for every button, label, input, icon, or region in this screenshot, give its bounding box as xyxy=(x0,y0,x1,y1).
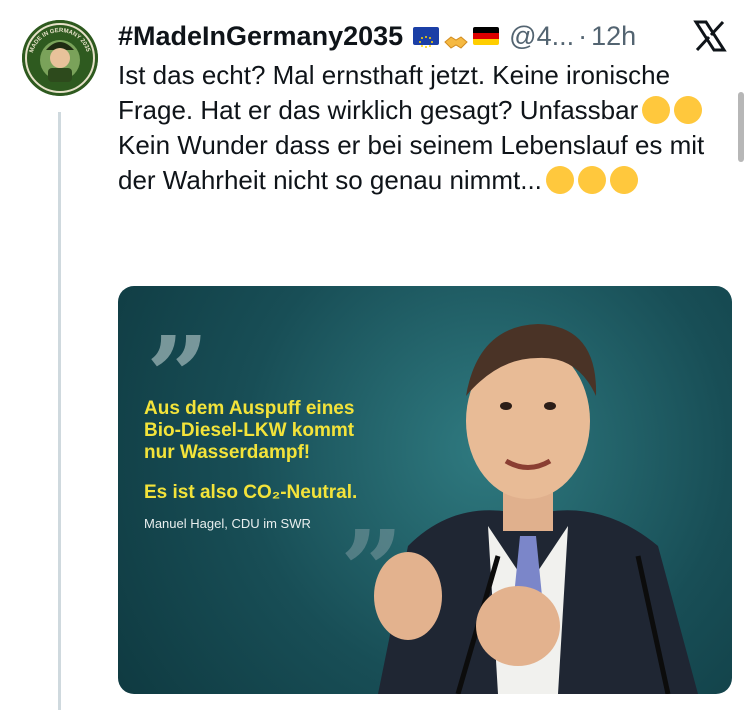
speaker-photo xyxy=(374,324,698,694)
x-logo-icon[interactable] xyxy=(690,16,730,56)
tweet-text: Ist das echt? Mal ernsthaft jetzt. Keine… xyxy=(118,58,738,200)
tweet-paragraph-2: Kein Wunder dass er bei seinem Lebenslau… xyxy=(118,128,738,200)
separator-dot: · xyxy=(578,20,588,51)
quote-attribution: Manuel Hagel, CDU im SWR xyxy=(144,516,311,531)
tweet-media-image[interactable]: ” ” Aus dem Auspuff eines Bio-Diesel-LKW… xyxy=(118,286,732,694)
rofl-face-icon xyxy=(572,160,612,200)
avatar-image: MADE IN GERMANY 2035 xyxy=(22,20,98,96)
tweet-header: #MadeInGermany2035 @4... · 12h xyxy=(118,16,730,56)
avatar[interactable]: MADE IN GERMANY 2035 xyxy=(22,20,98,96)
flushed-face-icon xyxy=(642,96,671,124)
rofl-face-icon xyxy=(604,160,644,200)
eu-flag-icon xyxy=(413,27,440,48)
display-name[interactable]: #MadeInGermany2035 xyxy=(118,21,403,52)
rofl-face-icon xyxy=(669,90,708,130)
rofl-face-icon xyxy=(540,160,580,200)
germany-flag-icon xyxy=(473,27,500,45)
handshake-icon xyxy=(443,27,469,49)
user-handle[interactable]: @4... xyxy=(509,21,574,52)
scrollbar[interactable] xyxy=(738,92,744,162)
thread-line xyxy=(58,112,61,710)
timestamp[interactable]: 12h xyxy=(591,21,636,52)
quote-conclusion: Es ist also CO₂-Neutral. xyxy=(144,482,358,503)
tweet-paragraph-1: Ist das echt? Mal ernsthaft jetzt. Keine… xyxy=(118,58,738,130)
name-emojis xyxy=(413,27,500,49)
